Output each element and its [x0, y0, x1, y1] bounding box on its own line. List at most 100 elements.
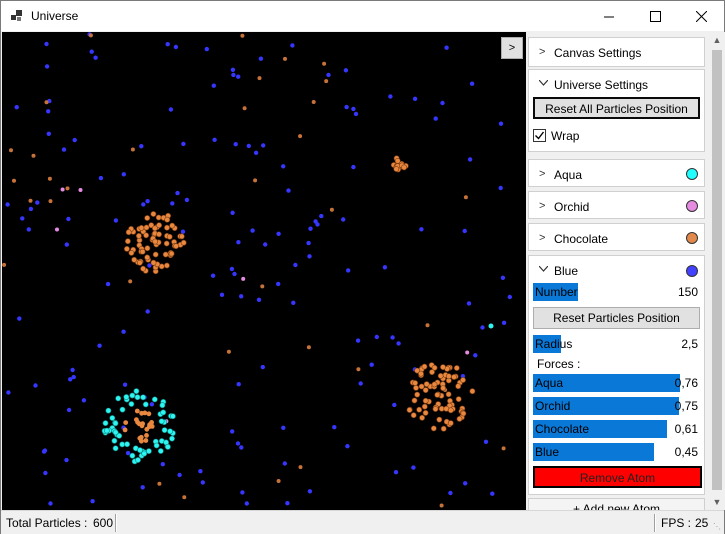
toggle-panel-button[interactable]: >: [501, 37, 523, 59]
particle: [414, 391, 421, 398]
particle: [307, 254, 312, 259]
scrollbar-thumb[interactable]: [712, 50, 722, 490]
particle: [326, 72, 331, 78]
particle: [166, 233, 173, 240]
particle: [281, 425, 286, 430]
particle: [346, 268, 351, 273]
radius-value: 2,5: [681, 337, 698, 351]
atom-section-aqua[interactable]: > Aqua: [528, 159, 705, 187]
particle: [140, 394, 146, 401]
force-slider-aqua[interactable]: Aqua 0,76: [533, 374, 700, 392]
particle: [369, 362, 374, 367]
particle: [103, 427, 110, 434]
particle: [230, 429, 235, 434]
particle: [41, 449, 47, 454]
particle: [149, 402, 155, 407]
particle: [507, 294, 512, 300]
remove-atom-button[interactable]: Remove Atom: [533, 466, 702, 488]
particle: [180, 239, 187, 246]
particle: [344, 104, 349, 110]
particle: [231, 72, 236, 78]
particle: [421, 403, 428, 410]
particle: [250, 228, 255, 233]
particle: [239, 445, 244, 450]
number-slider[interactable]: Number 150: [533, 283, 700, 301]
particle: [281, 164, 286, 169]
particle-canvas[interactable]: [2, 32, 526, 510]
particle: [306, 240, 311, 246]
particle: [102, 420, 109, 426]
color-swatch-orchid[interactable]: [686, 200, 698, 212]
particle: [322, 61, 327, 66]
atom-section-chocolate[interactable]: > Chocolate: [528, 223, 705, 251]
particle: [168, 250, 175, 257]
particle: [98, 175, 104, 181]
particle: [112, 445, 119, 452]
particle: [157, 448, 164, 454]
minimize-button[interactable]: [586, 1, 632, 31]
particle: [422, 387, 429, 393]
force-slider-orchid[interactable]: Orchid 0,75: [533, 397, 700, 415]
particle: [143, 224, 150, 231]
particle: [351, 164, 356, 170]
particle: [500, 275, 506, 280]
scroll-up-icon[interactable]: ▲: [709, 32, 725, 48]
color-swatch-aqua[interactable]: [686, 168, 698, 180]
panel-scrollbar[interactable]: ▲ ▼: [709, 32, 725, 510]
particle: [168, 107, 174, 112]
particle: [236, 74, 241, 79]
particle: [119, 406, 126, 413]
chevron-right-icon: >: [539, 232, 546, 244]
particle: [341, 217, 346, 222]
reset-particles-button[interactable]: Reset Particles Position: [533, 307, 700, 329]
particle: [146, 411, 152, 417]
particle: [204, 46, 209, 52]
wrap-checkbox[interactable]: Wrap: [533, 128, 633, 144]
force-slider-chocolate[interactable]: Chocolate 0,61: [533, 420, 700, 438]
particle: [143, 232, 149, 239]
particle: [261, 143, 266, 148]
particle: [440, 385, 446, 391]
forces-label: Forces :: [537, 357, 581, 371]
particle: [65, 186, 70, 191]
particle: [164, 216, 171, 223]
canvas-settings-header[interactable]: > Canvas Settings: [529, 38, 704, 68]
reset-all-particles-button[interactable]: Reset All Particles Position: [533, 97, 700, 119]
particle: [429, 369, 435, 375]
particle: [463, 195, 468, 200]
atom-section-orchid[interactable]: > Orchid: [528, 191, 705, 219]
total-particles-value: 600: [93, 516, 114, 530]
force-slider-blue[interactable]: Blue 0,45: [533, 443, 700, 461]
blue-header[interactable]: Blue: [529, 256, 704, 286]
add-atom-button[interactable]: + Add new Atom: [528, 498, 705, 510]
particle: [112, 429, 119, 436]
particle: [440, 100, 445, 106]
color-swatch-chocolate[interactable]: [686, 232, 698, 244]
color-swatch-blue[interactable]: [686, 265, 698, 277]
close-button[interactable]: [678, 1, 724, 31]
force-label-aqua: Aqua: [535, 376, 564, 390]
particle: [125, 238, 131, 245]
radius-slider[interactable]: Radius 2,5: [533, 335, 700, 353]
particle: [78, 188, 83, 192]
particle: [134, 408, 140, 414]
particle: [236, 382, 241, 387]
force-value-aqua: 0,76: [674, 376, 698, 390]
particle: [423, 381, 430, 387]
particle: [81, 398, 87, 403]
particle: [122, 427, 128, 433]
particle: [145, 199, 150, 204]
radius-label: Radius: [535, 337, 573, 351]
particle: [153, 442, 160, 449]
universe-settings-header[interactable]: Universe Settings: [529, 70, 704, 100]
particle: [501, 320, 507, 325]
maximize-button[interactable]: [632, 1, 678, 31]
checkbox-checked-icon: [533, 129, 546, 142]
scroll-down-icon[interactable]: ▼: [709, 494, 725, 510]
particle: [113, 218, 119, 223]
resize-grip-icon[interactable]: ⋱: [713, 523, 721, 531]
canvas-settings-section[interactable]: > Canvas Settings: [528, 37, 705, 67]
particle: [28, 198, 33, 203]
status-bar: Total Particles : 600 FPS : 25 ⋱: [1, 510, 724, 534]
particle: [358, 381, 363, 386]
